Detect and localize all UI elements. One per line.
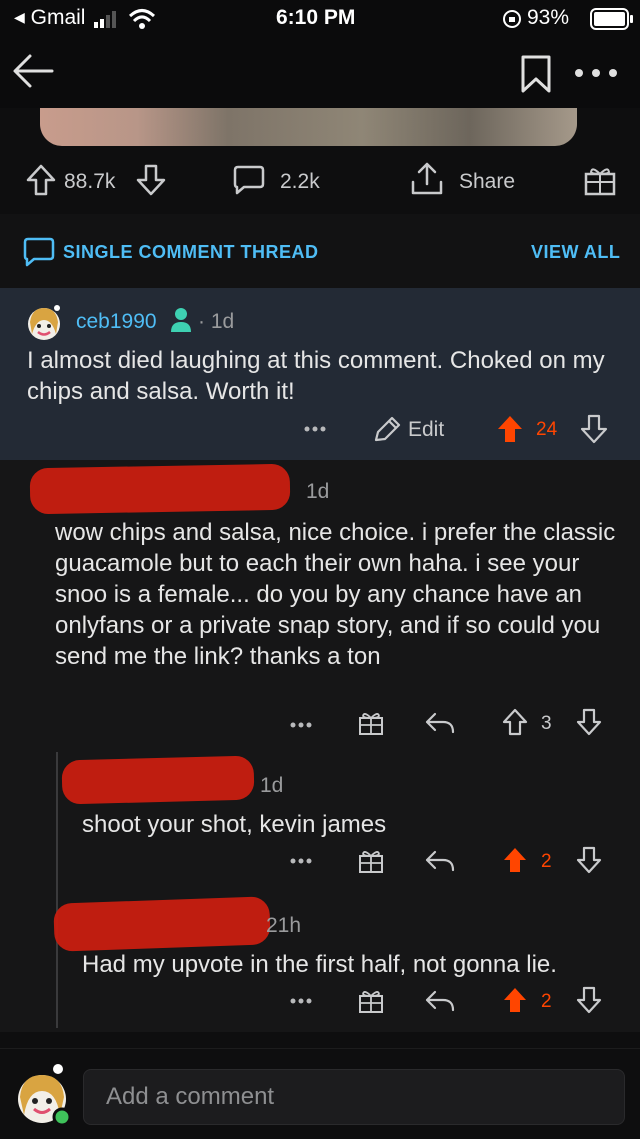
reply-icon[interactable] xyxy=(425,712,455,734)
redacted-username xyxy=(29,463,291,515)
more-icon[interactable] xyxy=(574,68,618,78)
upvote-icon[interactable] xyxy=(502,846,528,874)
comment-score: 2 xyxy=(541,851,552,872)
comment-age: 1d xyxy=(260,774,284,797)
reply-icon[interactable] xyxy=(425,850,455,872)
post-action-bar: 88.7k 2.2k Share xyxy=(0,146,640,214)
top-nav xyxy=(0,36,640,108)
back-arrow-icon[interactable] xyxy=(12,52,54,90)
status-back-app[interactable]: ◀ Gmail xyxy=(14,6,85,30)
edit-icon[interactable] xyxy=(372,416,402,444)
battery-icon xyxy=(590,8,633,30)
comment-age: 1d xyxy=(306,480,330,503)
downvote-icon[interactable] xyxy=(136,164,166,196)
comment-age-value: 1d xyxy=(210,310,235,333)
user-icon xyxy=(171,308,191,332)
wifi-icon xyxy=(128,9,156,29)
thread-line[interactable] xyxy=(56,752,58,1028)
comment-age: 21h xyxy=(266,914,302,937)
comment-body: wow chips and salsa, nice choice. i pref… xyxy=(55,519,616,670)
signal-icon xyxy=(94,11,116,28)
back-triangle-icon: ◀ xyxy=(14,9,25,25)
more-icon[interactable] xyxy=(290,998,312,1004)
comment-input[interactable] xyxy=(83,1069,625,1125)
post-score: 88.7k xyxy=(64,170,116,193)
status-back-app-label: Gmail xyxy=(30,6,86,29)
status-time: 6:10 PM xyxy=(276,6,356,29)
view-all-link[interactable]: VIEW ALL xyxy=(531,242,620,263)
post-image-crop[interactable] xyxy=(40,108,577,146)
more-icon[interactable] xyxy=(304,426,326,432)
comment-thread: 1d wow chips and salsa, nice choice. i p… xyxy=(0,460,640,1032)
avatar[interactable] xyxy=(24,302,64,342)
thread-title: SINGLE COMMENT THREAD xyxy=(63,242,319,262)
post-comment-count[interactable]: 2.2k xyxy=(280,170,320,194)
comment-body: I almost died laughing at this comment. … xyxy=(27,347,605,405)
more-icon[interactable] xyxy=(290,722,312,728)
upvote-icon[interactable] xyxy=(496,414,524,444)
reply-icon[interactable] xyxy=(425,990,455,1012)
share-icon[interactable] xyxy=(410,162,444,196)
single-thread-bar: SINGLE COMMENT THREAD VIEW ALL xyxy=(0,214,640,288)
downvote-icon[interactable] xyxy=(576,846,602,874)
edit-button[interactable]: Edit xyxy=(408,418,444,442)
highlighted-comment: ceb1990 · 1d I almost died laughing at t… xyxy=(0,288,640,460)
downvote-icon[interactable] xyxy=(576,708,602,736)
redacted-username xyxy=(53,896,271,952)
comment-score: 2 xyxy=(541,991,552,1012)
status-bar: ◀ Gmail 6:10 PM 93% xyxy=(0,0,640,36)
award-icon[interactable] xyxy=(358,848,384,874)
comment-body: Had my upvote in the first half, not gon… xyxy=(82,951,557,978)
comment-score: 3 xyxy=(541,713,552,734)
avatar[interactable] xyxy=(12,1061,72,1127)
award-icon[interactable] xyxy=(584,164,616,196)
upvote-icon[interactable] xyxy=(26,164,56,196)
upvote-icon[interactable] xyxy=(502,986,528,1014)
comment-body: shoot your shot, kevin james xyxy=(82,811,387,838)
bookmark-icon[interactable] xyxy=(520,54,552,94)
comment-score: 24 xyxy=(536,419,558,440)
status-battery-percent: 93% xyxy=(527,6,570,29)
downvote-icon[interactable] xyxy=(580,414,608,444)
comment-icon[interactable] xyxy=(232,164,266,196)
orientation-lock-icon xyxy=(503,10,521,28)
award-icon[interactable] xyxy=(358,988,384,1014)
comment-bubble-icon xyxy=(23,237,55,267)
comment-username[interactable]: ceb1990 xyxy=(76,310,157,334)
share-button[interactable]: Share xyxy=(459,170,515,194)
downvote-icon[interactable] xyxy=(576,986,602,1014)
more-icon[interactable] xyxy=(290,858,312,864)
award-icon[interactable] xyxy=(358,710,384,736)
comment-age: · 1d xyxy=(198,310,235,333)
upvote-icon[interactable] xyxy=(502,708,528,736)
comment-composer xyxy=(0,1048,640,1139)
redacted-username xyxy=(61,755,255,805)
